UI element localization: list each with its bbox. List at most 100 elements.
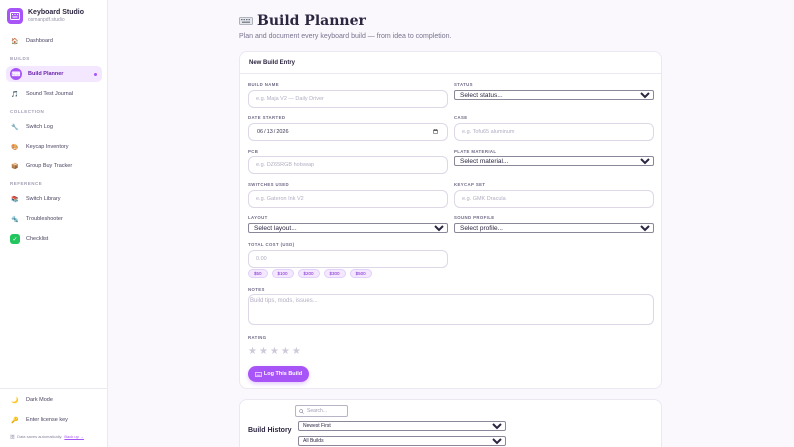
date-started-input[interactable] [248, 123, 448, 141]
dark-mode-toggle[interactable]: 🌙 Dark Mode [6, 392, 102, 408]
sidebar-item-switch-library[interactable]: 📚 Switch Library [6, 191, 102, 207]
build-history-card: Search... Build History Newest First All… [239, 399, 662, 447]
pcb-label: PCB [248, 149, 259, 154]
cost-chip[interactable]: $500 [349, 269, 372, 278]
sound-profile-label: SOUND PROFILE [454, 215, 495, 220]
sidebar: Keyboard Studio osmanpdf.studio 🏠 Dashbo… [0, 0, 108, 447]
plate-material-label: PLATE MATERIAL [454, 149, 497, 154]
dark-mode-label: Dark Mode [26, 397, 53, 403]
backup-link[interactable]: Back up → [64, 434, 84, 439]
save-icon: 🗄 [10, 434, 16, 439]
keycap-set-label: KEYCAP SET [454, 182, 486, 187]
sidebar-item-build-planner[interactable]: ⌨ Build Planner [6, 66, 102, 82]
books-icon: 📚 [11, 196, 19, 203]
build-name-label: BUILD NAME [248, 82, 279, 87]
sidebar-item-keycap-inventory[interactable]: 🎨 Keycap Inventory [6, 139, 102, 155]
switches-input[interactable] [248, 190, 448, 208]
active-indicator-dot [94, 73, 97, 76]
new-build-card: New Build Entry BUILD NAME STATUS Select… [239, 51, 662, 389]
cost-chip[interactable]: $100 [271, 269, 294, 278]
sidebar-item-label: Troubleshooter [26, 216, 63, 222]
wrench-icon: 🔧 [11, 124, 19, 131]
keyboard-icon [254, 371, 262, 377]
case-label: CASE [454, 115, 468, 120]
build-name-input[interactable] [248, 90, 448, 108]
sidebar-item-label: Switch Log [26, 124, 53, 130]
notes-label: NOTES [248, 287, 265, 292]
autosave-note: 🗄 Data saves automatically. Back up → [10, 434, 84, 439]
case-input[interactable] [454, 123, 654, 141]
status-select[interactable]: Select status... [454, 90, 654, 100]
rating-label: RATING [248, 335, 267, 340]
layout-label: LAYOUT [248, 215, 268, 220]
palette-icon: 🎨 [11, 144, 19, 151]
sidebar-item-sound-test-journal[interactable]: 🎵 Sound Test Journal [6, 86, 102, 102]
sound-profile-select[interactable]: Select profile... [454, 223, 654, 233]
keyboard-logo-icon [7, 8, 23, 24]
log-build-button[interactable]: Log This Build [248, 366, 309, 382]
history-search-input[interactable]: Search... [295, 405, 348, 417]
music-note-icon: 🎵 [11, 91, 19, 98]
pcb-input[interactable] [248, 156, 448, 174]
cost-quick-chips: $50 $100 $200 $300 $500 [248, 269, 372, 278]
status-label: STATUS [454, 82, 473, 87]
sidebar-item-checklist[interactable]: ✓ Checklist [6, 231, 102, 247]
total-cost-input[interactable] [248, 250, 448, 268]
brand-name: Keyboard Studio [28, 9, 85, 16]
keyboard-icon [239, 17, 253, 25]
search-placeholder: Search... [307, 408, 328, 414]
sidebar-item-label: Group Buy Tracker [26, 163, 73, 169]
license-key-button[interactable]: 🔑 Enter license key [6, 412, 102, 428]
notes-textarea[interactable] [248, 294, 654, 325]
sidebar-item-troubleshooter[interactable]: 🔩 Troubleshooter [6, 211, 102, 227]
nav-section-builds: BUILDS [10, 56, 30, 61]
card-title: New Build Entry [240, 52, 661, 74]
autosave-text: Data saves automatically. [17, 434, 63, 439]
search-icon [299, 408, 304, 414]
page-subtitle: Plan and document every keyboard build —… [239, 33, 452, 40]
sidebar-item-label: Sound Test Journal [26, 91, 73, 97]
home-icon: 🏠 [11, 38, 19, 45]
cost-chip[interactable]: $200 [297, 269, 320, 278]
layout-select[interactable]: Select layout... [248, 223, 448, 233]
page-title-text: Build Planner [257, 13, 366, 29]
star-icon[interactable]: ★ [292, 347, 301, 357]
sidebar-item-switch-log[interactable]: 🔧 Switch Log [6, 119, 102, 135]
build-history-title: Build History [248, 427, 292, 434]
history-filter-select[interactable]: All Builds [298, 436, 506, 446]
nav-section-reference: REFERENCE [10, 181, 43, 186]
sidebar-item-label: Dashboard [26, 38, 53, 44]
main-content: Build Planner Plan and document every ke… [108, 0, 794, 447]
moon-icon: 🌙 [11, 397, 19, 404]
nav-section-collection: COLLECTION [10, 109, 45, 114]
sidebar-item-group-buy-tracker[interactable]: 📦 Group Buy Tracker [6, 158, 102, 174]
brand[interactable]: Keyboard Studio osmanpdf.studio [7, 8, 84, 24]
cost-chip[interactable]: $300 [323, 269, 346, 278]
sidebar-item-label: Switch Library [26, 196, 61, 202]
keyboard-icon: ⌨ [10, 68, 22, 80]
tool-icon: 🔩 [11, 216, 19, 223]
total-cost-label: TOTAL COST (USD) [248, 242, 295, 247]
checkmark-icon: ✓ [10, 234, 20, 244]
sidebar-item-dashboard[interactable]: 🏠 Dashboard [6, 33, 102, 49]
sidebar-footer-divider [0, 388, 108, 389]
star-icon[interactable]: ★ [270, 347, 279, 357]
page-title: Build Planner [239, 13, 366, 29]
star-icon[interactable]: ★ [248, 347, 257, 357]
cost-chip[interactable]: $50 [248, 269, 268, 278]
log-build-label: Log This Build [263, 371, 303, 377]
rating-stars: ★ ★ ★ ★ ★ [248, 347, 301, 357]
date-started-label: DATE STARTED [248, 115, 286, 120]
sidebar-item-label: Build Planner [28, 71, 64, 77]
license-key-label: Enter license key [26, 417, 68, 423]
keycap-set-input[interactable] [454, 190, 654, 208]
key-icon: 🔑 [11, 417, 19, 424]
brand-subtitle: osmanpdf.studio [28, 17, 65, 23]
star-icon[interactable]: ★ [281, 347, 290, 357]
plate-material-select[interactable]: Select material... [454, 156, 654, 166]
package-icon: 📦 [11, 163, 19, 170]
sidebar-item-label: Keycap Inventory [26, 144, 69, 150]
history-sort-select[interactable]: Newest First [298, 421, 506, 431]
star-icon[interactable]: ★ [259, 347, 268, 357]
switches-label: SWITCHES USED [248, 182, 290, 187]
